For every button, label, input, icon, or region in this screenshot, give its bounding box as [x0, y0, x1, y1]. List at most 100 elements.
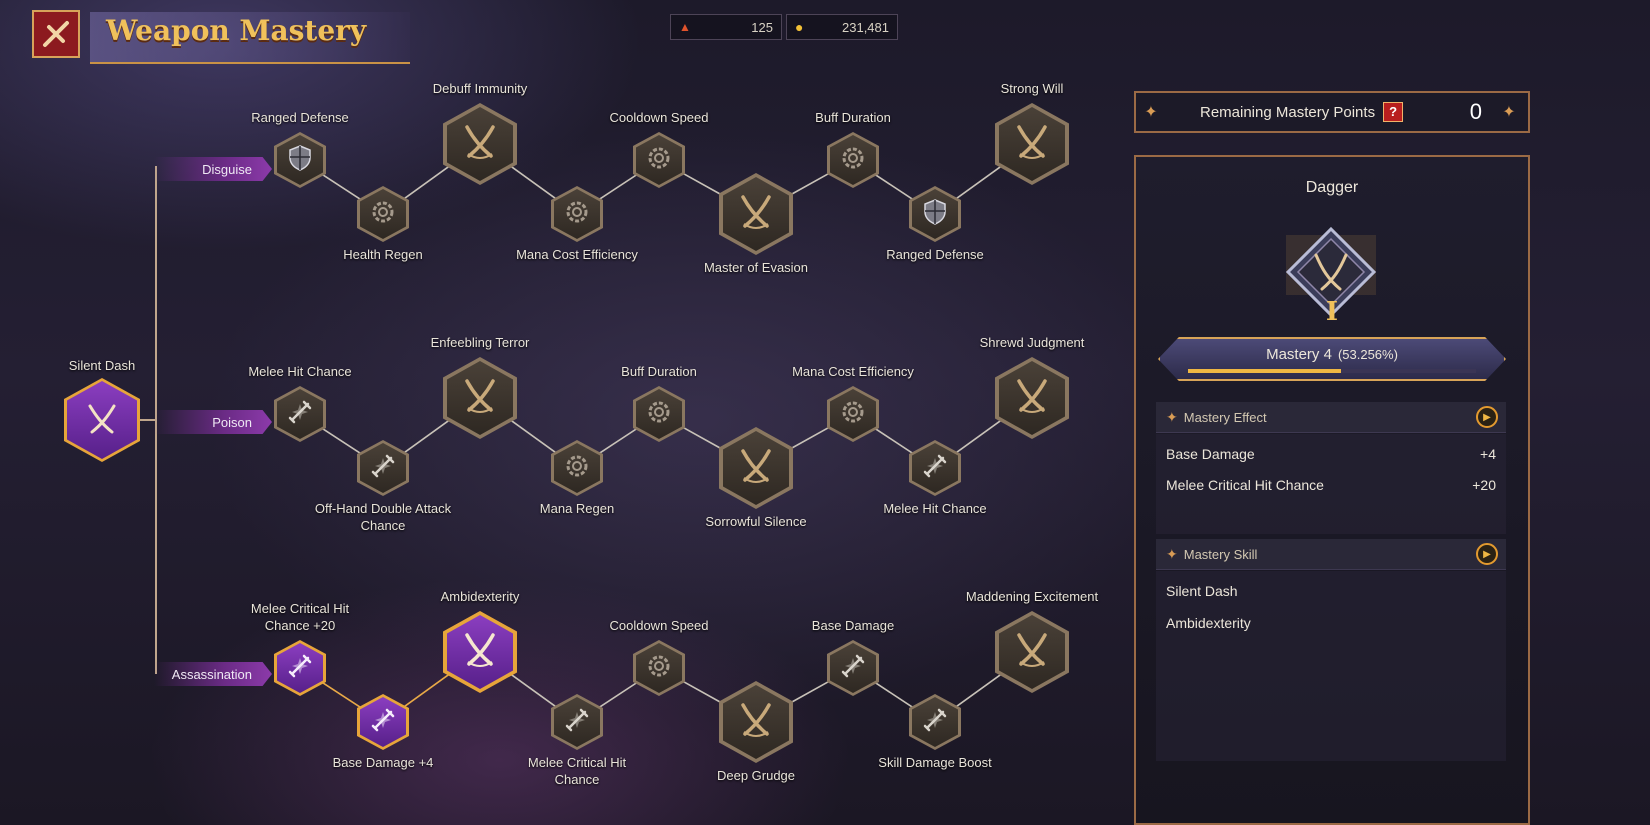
skill-node-label-line: Chance	[360, 518, 406, 533]
skill-node[interactable]	[633, 386, 685, 442]
gear-icon	[563, 198, 591, 231]
skill-node-label-line: Cooldown Speed	[609, 110, 709, 125]
skill-node[interactable]	[443, 611, 517, 693]
gear-icon	[645, 398, 673, 431]
skill-node[interactable]	[443, 103, 517, 185]
crossed-daggers-icon	[1010, 120, 1054, 169]
page-title: Weapon Mastery	[106, 14, 367, 47]
crossed-daggers-icon	[458, 374, 502, 423]
skill-node-label-line: Cooldown Speed	[609, 618, 709, 633]
fleur-icon: ✦	[1166, 408, 1178, 425]
branch-tag-poison: Poison	[154, 410, 272, 434]
skill-node-silent-dash[interactable]	[64, 378, 140, 462]
skill-node-label: Buff Duration	[815, 109, 891, 126]
skill-node[interactable]	[551, 440, 603, 496]
gear-icon	[839, 398, 867, 431]
skill-node[interactable]	[357, 440, 409, 496]
skill-node-label-line: Mana Cost Efficiency	[516, 247, 638, 262]
skill-node-label: Debuff Immunity	[433, 80, 527, 97]
mastery-rank: I	[1325, 297, 1339, 327]
connector-line	[787, 170, 833, 198]
skill-node-label: Skill Damage Boost	[878, 754, 991, 771]
skill-node-label-line: Chance	[554, 772, 600, 787]
mastery-effect-title: Mastery Effect	[1183, 409, 1267, 425]
skill-node[interactable]	[909, 440, 961, 496]
mastery-level: Mastery 4	[1266, 346, 1332, 363]
skill-node[interactable]	[633, 640, 685, 696]
skill-node-label-line: Debuff Immunity	[432, 81, 528, 96]
weapon-name: Dagger	[1305, 179, 1359, 196]
mastery-effect-header: ✦ Mastery Effect ▶	[1156, 402, 1506, 433]
skill-node-label: Maddening Excitement	[966, 588, 1098, 605]
skill-node-label: Mana Cost Efficiency	[516, 246, 638, 263]
gear-icon	[645, 652, 673, 685]
skill-node[interactable]	[995, 611, 1069, 693]
shield-icon	[287, 144, 313, 177]
fleur-icon: ✦	[1166, 545, 1178, 562]
gear-icon	[563, 452, 591, 485]
skill-node-label-line: Buff Duration	[815, 110, 891, 125]
skill-node[interactable]	[551, 694, 603, 750]
skill-node-label-line: Shrewd Judgment	[979, 335, 1085, 350]
skill-node[interactable]	[274, 386, 326, 442]
skill-node[interactable]	[719, 173, 793, 255]
fleur-icon: ✦	[1144, 104, 1158, 121]
connector-line	[679, 170, 725, 198]
connector-line	[679, 424, 725, 452]
weapon-details-panel: Dagger I Mastery 4 (53.256%) ✦ Mastery Ef…	[1134, 155, 1530, 825]
skill-node-label-line: Melee Hit Chance	[883, 501, 987, 516]
skill-node-label: Ranged Defense	[251, 109, 349, 126]
remaining-points-bar: ✦ Remaining Mastery Points ? 0 ✦	[1134, 91, 1530, 133]
skill-node[interactable]	[443, 357, 517, 439]
skill-node[interactable]	[827, 132, 879, 188]
weapon-mastery-logo-icon	[32, 10, 80, 58]
ticket-currency: ▲ 125	[670, 14, 782, 40]
fleur-icon: ✦	[1502, 104, 1516, 121]
skill-node[interactable]	[357, 694, 409, 750]
skill-node-label-line: Chance +20	[264, 618, 336, 633]
help-button[interactable]: ?	[1383, 102, 1404, 122]
skill-node-label: Buff Duration	[621, 363, 697, 380]
branch-tag-disguise: Disguise	[154, 157, 272, 181]
mastery-skill-list: Silent Dash Ambidexterity	[1156, 571, 1506, 761]
remaining-points-value: 0	[1469, 99, 1482, 124]
skill-node[interactable]	[719, 681, 793, 763]
skill-node[interactable]	[827, 640, 879, 696]
skill-node[interactable]	[995, 103, 1069, 185]
ticket-amount: 125	[751, 19, 773, 35]
skill-node[interactable]	[274, 640, 326, 696]
connector-line	[787, 678, 833, 706]
effect-value: +4	[1480, 446, 1496, 462]
mastery-effect-play-button[interactable]: ▶	[1476, 406, 1498, 428]
skill-node[interactable]	[995, 357, 1069, 439]
skill-node-label: Ranged Defense	[886, 246, 984, 263]
skill-node[interactable]	[719, 427, 793, 509]
effect-row: Melee Critical Hit Chance +20	[1166, 477, 1496, 493]
skill-node[interactable]	[909, 186, 961, 242]
sword-icon	[369, 452, 397, 485]
skill-node[interactable]	[827, 386, 879, 442]
skill-node-label: Base Damage +4	[333, 754, 434, 771]
skill-node-label: Ambidexterity	[441, 588, 520, 605]
skill-name: Silent Dash	[1166, 583, 1238, 599]
skill-node-label-line: Melee Critical Hit	[527, 755, 627, 770]
skill-node[interactable]	[357, 186, 409, 242]
gear-icon	[645, 144, 673, 177]
skill-node[interactable]	[551, 186, 603, 242]
sword-icon	[563, 706, 591, 739]
skill-node-label: Enfeebling Terror	[431, 334, 530, 351]
skill-node[interactable]	[274, 132, 326, 188]
gear-icon	[369, 198, 397, 231]
skill-node-label: Mana Cost Efficiency	[792, 363, 914, 380]
skill-node[interactable]	[909, 694, 961, 750]
mastery-skill-play-button[interactable]: ▶	[1476, 543, 1498, 565]
skill-node-label-line: Buff Duration	[621, 364, 697, 379]
skill-node-label-line: Maddening Excitement	[965, 589, 1099, 604]
skill-node-label: Off-Hand Double Attack Chance	[315, 500, 451, 534]
root-node-label: Silent Dash	[68, 358, 136, 373]
skill-node-label: Melee Hit Chance	[248, 363, 351, 380]
skill-node-label-line: Health Regen	[343, 247, 423, 262]
skill-node[interactable]	[633, 132, 685, 188]
crossed-daggers-icon	[458, 628, 502, 677]
skill-name: Ambidexterity	[1166, 615, 1251, 631]
